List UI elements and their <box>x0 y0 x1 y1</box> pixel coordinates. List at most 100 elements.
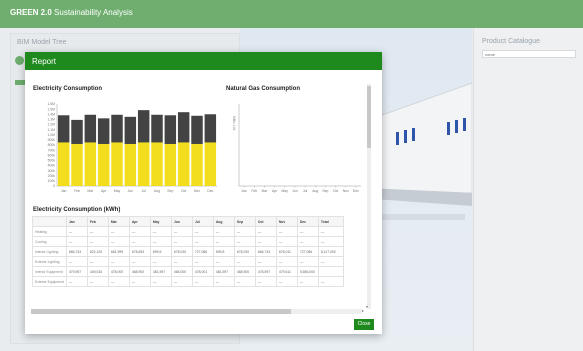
table-cell: 481,597 <box>149 266 172 277</box>
bar-segment <box>177 142 190 186</box>
table-cell: 699,6 <box>149 246 172 257</box>
table-cell: — <box>65 256 88 267</box>
table-cell: — <box>254 276 277 287</box>
y-tick-label: 400k <box>48 164 56 168</box>
bar-segment <box>164 143 177 186</box>
y-tick-label: 1.6M <box>47 102 55 106</box>
electricity-chart: 1.6M1.5M1.4M 1.3M1.2M1.1M1.0M900k800k700k… <box>47 102 217 193</box>
table-cell: — <box>275 226 298 237</box>
gas-chart-title: Natural Gas Consumption <box>226 86 301 92</box>
bar-segment <box>204 114 217 143</box>
table-cell: — <box>86 276 109 287</box>
bar-segment <box>177 112 190 143</box>
row-label: Exterior Equipment <box>32 276 67 287</box>
scroll-right-arrow-icon[interactable]: ▸ <box>362 308 364 313</box>
table-cell: — <box>170 226 193 237</box>
table-cell: — <box>233 236 256 247</box>
x-tick-label: Jan <box>61 189 67 193</box>
table-cell: — <box>128 276 151 287</box>
col-header: Jul <box>191 216 214 227</box>
table-cell: 678,020 <box>170 246 193 257</box>
row-label: Heating <box>32 226 67 237</box>
bar-segment <box>84 114 97 143</box>
table-header: Jan Feb Mar Apr May Jun Jul Aug Sep Oct … <box>32 216 344 227</box>
y-tick-label: 1.3M <box>47 118 55 122</box>
bar-segment <box>97 143 110 186</box>
x-tick-label: Oct <box>181 189 186 193</box>
table-cell: — <box>254 256 277 267</box>
table-cell: — <box>65 226 88 237</box>
horizontal-scrollbar[interactable] <box>31 309 362 314</box>
col-header: Mar <box>107 216 130 227</box>
table-cell: 727,086 <box>296 246 319 257</box>
product-catalogue-title: Product Catalogue <box>482 38 540 45</box>
table-cell <box>317 266 344 277</box>
y-tick-label: 200k <box>48 174 56 178</box>
col-header: Oct <box>254 216 277 227</box>
app-header: GREEN 2.0 Sustainability Analysis <box>0 0 583 28</box>
table-row: Interior Equipment 479,597 449,034 478,000 4… <box>32 266 344 277</box>
table-cell: 481,597 <box>212 266 235 277</box>
table-cell: — <box>86 226 109 237</box>
y-tick-label: 100k <box>48 179 56 183</box>
table-cell: — <box>233 276 256 287</box>
table-cell: — <box>296 236 319 247</box>
bar-segment <box>204 142 217 186</box>
table-row: Interior Lighting 666,743 622,120 681,999 57… <box>32 246 344 257</box>
row-label: Interior Equipment <box>32 266 67 277</box>
bar-segment <box>164 115 177 144</box>
x-tick-label: Mar <box>261 189 268 193</box>
vertical-scroll-thumb[interactable] <box>367 86 371 148</box>
horizontal-scroll-thumb[interactable] <box>31 309 291 314</box>
table-cell: — <box>149 256 172 267</box>
table-cell: 681,999 <box>107 246 130 257</box>
app-subtitle: Sustainability Analysis <box>54 8 133 17</box>
table-cell: 678,020 <box>233 246 256 257</box>
scroll-down-arrow-icon[interactable]: ▾ <box>366 304 368 309</box>
row-label: Interior Lighting <box>32 246 67 257</box>
table-cell: 622,120 <box>86 246 109 257</box>
y-tick-label: 0 <box>53 184 55 188</box>
bar-segment <box>191 115 203 144</box>
x-tick-label: Sep <box>322 189 328 193</box>
table-cell: — <box>170 236 193 247</box>
table-cell: — <box>191 256 214 267</box>
table-cell: 578,693 <box>128 246 151 257</box>
table-cell: 727,086 <box>191 246 214 257</box>
table-cell: — <box>254 236 277 247</box>
col-header: Jan <box>65 216 88 227</box>
catalogue-search-input[interactable] <box>482 50 576 58</box>
table-body: Heating — — — — — — — — — — — — — Cooling — — — — — — — — — — — — —… <box>32 226 344 287</box>
table-cell: 478,001 <box>191 266 214 277</box>
table-cell: — <box>317 276 344 287</box>
table-cell: — <box>149 236 172 247</box>
table-cell: — <box>107 226 130 237</box>
tree-expand-icon[interactable] <box>15 56 24 65</box>
x-tick-label: Aug <box>312 189 318 193</box>
x-tick-label: Jan <box>241 189 247 193</box>
table-cell: — <box>86 256 109 267</box>
y-tick-label: 1.4M <box>47 112 55 116</box>
y-tick-label: 600k <box>48 153 56 157</box>
x-tick-label: Jun <box>128 189 134 193</box>
table-cell: — <box>212 236 235 247</box>
table-cell: 468,900 <box>233 266 256 277</box>
vertical-scrollbar[interactable] <box>367 84 371 309</box>
table-cell: — <box>149 226 172 237</box>
bar-segment <box>71 119 83 144</box>
table-cell: — <box>212 256 235 267</box>
table-cell: — <box>170 276 193 287</box>
col-header: Sep <box>233 216 256 227</box>
table-cell: — <box>191 226 214 237</box>
table-cell: 8,117,000 <box>317 246 344 257</box>
gas-chart: MBtu 10k Jan Feb Mar Apr May Jun Jul Aug Sep Oct No… <box>232 104 361 193</box>
bar-segment <box>111 114 123 143</box>
table-cell: — <box>107 256 130 267</box>
table-cell: — <box>275 236 298 247</box>
col-header: Feb <box>86 216 109 227</box>
table-cell: 479,597 <box>65 266 88 277</box>
close-button[interactable]: Close <box>354 319 374 330</box>
table-cell: — <box>149 276 172 287</box>
table-cell: 449,034 <box>86 266 109 277</box>
bar-segment <box>57 115 70 143</box>
